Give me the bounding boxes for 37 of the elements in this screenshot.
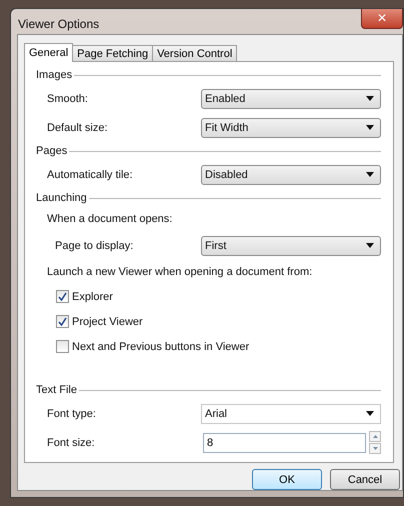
dialog-button[interactable]: Cancel — [330, 469, 400, 490]
dropdown[interactable]: Arial — [201, 404, 381, 424]
close-button[interactable]: × — [361, 9, 403, 29]
info-text: Launch a new Viewer when opening a document from: — [47, 266, 312, 278]
tab[interactable]: General — [24, 43, 74, 62]
field-label: Smooth: — [47, 92, 88, 104]
caret-icon — [366, 125, 374, 130]
dialog-button[interactable]: OK — [252, 469, 322, 490]
checkbox-label: Project Viewer — [72, 316, 143, 328]
dropdown[interactable]: Disabled — [201, 164, 381, 184]
dropdown[interactable]: Fit Width — [201, 118, 381, 138]
checkbox[interactable] — [56, 290, 69, 303]
field-label: Page to display: — [54, 240, 134, 252]
dropdown[interactable]: Enabled — [201, 88, 381, 108]
section-heading: Images — [36, 69, 72, 81]
caret-icon — [366, 96, 374, 101]
caret-icon — [366, 243, 374, 248]
tab[interactable]: Page Fetching — [72, 45, 154, 61]
section-heading: Launching — [36, 192, 87, 204]
checkbox-label: Next and Previous buttons in Viewer — [72, 340, 250, 352]
section-heading: Text File — [36, 384, 77, 396]
field-label: Automatically tile: — [47, 168, 133, 180]
field-label: Font type: — [47, 408, 96, 420]
spinner-arrows[interactable] — [369, 431, 381, 454]
checkbox[interactable] — [56, 340, 69, 353]
checkbox[interactable] — [56, 315, 69, 328]
window-title: Viewer Options — [18, 17, 100, 31]
field-label: Font size: — [47, 436, 95, 448]
field-label: Default size: — [47, 122, 108, 134]
caret-icon — [366, 172, 374, 177]
info-text: When a document opens: — [47, 213, 172, 225]
font-size-field[interactable]: 8 — [203, 432, 366, 452]
dropdown[interactable]: First — [201, 236, 381, 256]
caret-icon — [366, 411, 374, 416]
section-heading: Pages — [36, 145, 68, 157]
checkbox-label: Explorer — [72, 290, 113, 302]
tab[interactable]: Version Control — [152, 45, 238, 61]
